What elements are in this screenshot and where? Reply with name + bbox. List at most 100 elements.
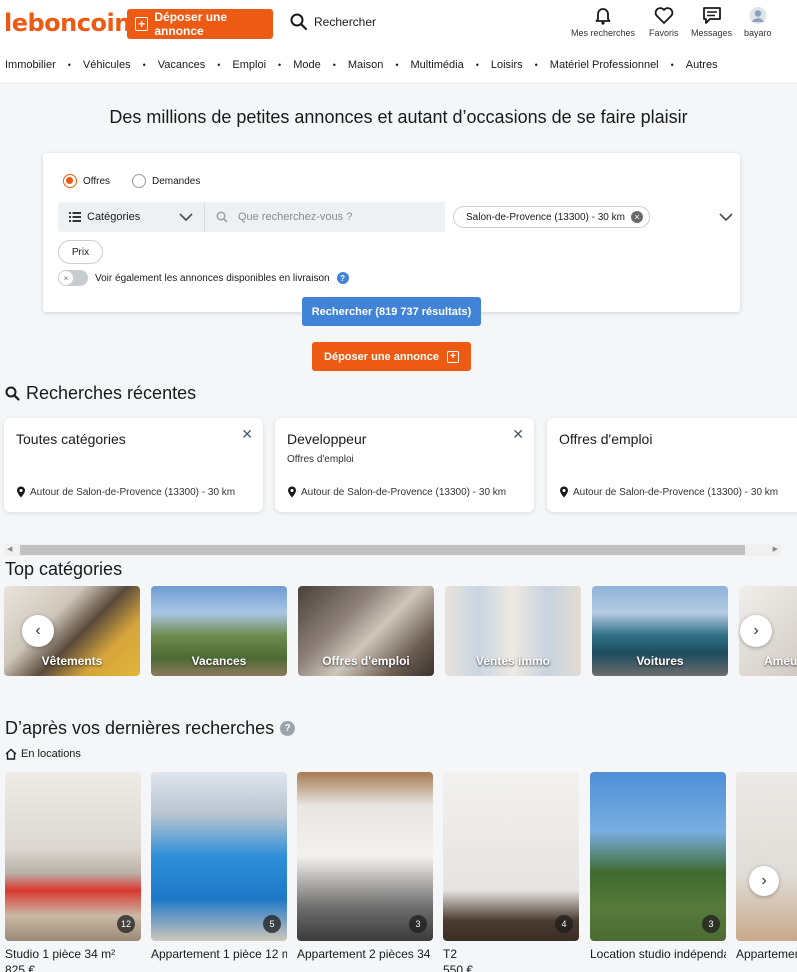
category-tile-label: Ventes immo: [475, 654, 551, 668]
radio-offers[interactable]: Offres: [63, 174, 110, 188]
horizontal-scrollbar[interactable]: ◀ ▶: [4, 544, 781, 556]
category-select-label: Catégories: [87, 211, 141, 223]
category-tile-label: Voitures: [636, 654, 684, 668]
recommendations-title: D’après vos dernières recherches: [5, 718, 275, 738]
plus-icon: +: [135, 17, 149, 31]
ad-card[interactable]: 3 Location studio indépendant refait à n…: [590, 772, 726, 963]
recent-searches-heading: Recherches récentes: [5, 383, 196, 404]
keyword-placeholder: Que recherchez-vous ?: [238, 211, 353, 223]
location-pin-icon: [560, 486, 568, 498]
nav-item[interactable]: Multimédia: [411, 59, 464, 71]
favorites-label: Favoris: [649, 28, 679, 38]
ad-image: 4: [443, 772, 579, 941]
header: leboncoin + Déposer une annonce Recherch…: [0, 0, 797, 84]
delivery-toggle[interactable]: ×: [58, 270, 88, 286]
favorites-button[interactable]: Favoris: [649, 6, 679, 38]
chevron-right-icon[interactable]: ›: [749, 866, 779, 896]
chevron-left-icon[interactable]: ‹: [22, 615, 54, 647]
help-icon[interactable]: ?: [280, 721, 296, 736]
bell-icon: [595, 8, 611, 25]
radio-selected: [63, 174, 77, 188]
search-card: Offres Demandes Catégories Que recherche…: [43, 153, 740, 312]
recommendations-heading: D’après vos dernières recherches ?: [5, 718, 296, 739]
help-icon[interactable]: ?: [336, 272, 349, 284]
nav-item[interactable]: Mode: [293, 59, 321, 71]
list-icon: [69, 212, 81, 222]
scroll-left-icon[interactable]: ◀: [7, 545, 12, 553]
page: leboncoin + Déposer une annonce Recherch…: [0, 0, 797, 972]
recommendations-subtitle: En locations: [5, 748, 81, 760]
recent-search-card[interactable]: Toutes catégories ✕ Autour de Salon-de-P…: [4, 418, 263, 512]
ad-title: T2: [443, 947, 458, 961]
nav-item[interactable]: Loisirs: [491, 59, 523, 71]
delivery-toggle-row: × Voir également les annonces disponible…: [58, 270, 349, 286]
post-ad-cta-label: Déposer une annonce: [324, 350, 439, 363]
ad-card[interactable]: 12 Studio 1 pièce 34 m² 825 €: [5, 772, 141, 972]
category-nav: Immobilier • Véhicules • Vacances • Emploi •…: [5, 59, 718, 71]
recent-searches-list: Toutes catégories ✕ Autour de Salon-de-P…: [0, 410, 797, 520]
nav-item[interactable]: Autres: [686, 59, 718, 71]
chevron-down-icon[interactable]: [718, 209, 734, 225]
photo-count-badge: 12: [117, 915, 135, 933]
ad-card[interactable]: 5 Appartement 1 pièce 12 m²: [151, 772, 287, 963]
ad-title: Studio 1 pièce 34 m²: [5, 947, 116, 961]
category-tile-jobs[interactable]: Offres d'emploi: [298, 586, 434, 676]
chevron-right-icon[interactable]: ›: [740, 615, 772, 647]
photo-count-badge: 3: [409, 915, 427, 933]
recent-search-card[interactable]: Offres d'emploi Autour de Salon-de-Prove…: [547, 418, 797, 512]
messages-button[interactable]: Messages: [691, 6, 732, 38]
nav-item[interactable]: Matériel Professionnel: [550, 59, 659, 71]
recent-search-card[interactable]: Developpeur Offres d'emploi ✕ Autour de …: [275, 418, 534, 512]
account-button[interactable]: bayaro: [744, 6, 772, 38]
header-search-button[interactable]: Rechercher: [290, 13, 376, 31]
category-tile-label: Vacances: [191, 654, 247, 668]
post-ad-button[interactable]: + Déposer une annonce: [127, 9, 273, 39]
heart-icon: [654, 7, 674, 24]
category-tile-label: Ameublement: [764, 654, 797, 668]
top-categories-title: Top catégories: [5, 559, 123, 579]
ad-title: Location studio indépendant refait à neu…: [590, 947, 726, 961]
ad-image: 3: [297, 772, 433, 941]
delivery-label: Voir également les annonces disponibles …: [95, 272, 330, 284]
messages-label: Messages: [691, 28, 733, 38]
nav-item[interactable]: Vacances: [158, 59, 206, 71]
radio-offers-label: Offres: [83, 175, 111, 187]
post-ad-cta-button[interactable]: Déposer une annonce +: [312, 342, 471, 371]
scroll-thumb[interactable]: [20, 545, 745, 555]
scroll-right-icon[interactable]: ▶: [773, 545, 778, 553]
category-tile-label: Offres d'emploi: [322, 654, 410, 668]
ad-card[interactable]: 4 T2 550 €: [443, 772, 579, 972]
category-tile-real-estate[interactable]: Ventes immo: [445, 586, 581, 676]
ad-card[interactable]: 3 Appartement 2 pièces 34 m²: [297, 772, 433, 963]
price-filter-button[interactable]: Prix: [58, 240, 103, 264]
recent-search-title: Offres d'emploi: [559, 431, 653, 447]
category-tile-cars[interactable]: Voitures: [592, 586, 728, 676]
my-searches-button[interactable]: Mes recherches: [571, 6, 635, 38]
nav-item[interactable]: Emploi: [232, 59, 266, 71]
category-select[interactable]: Catégories: [69, 202, 140, 232]
recent-search-location: Autour de Salon-de-Provence (13300) - 30…: [287, 486, 523, 498]
photo-count-badge: 3: [702, 915, 720, 933]
radio-requests-label: Demandes: [152, 175, 201, 187]
logo[interactable]: leboncoin: [4, 9, 131, 37]
nav-item[interactable]: Immobilier: [5, 59, 56, 71]
radio-requests[interactable]: Demandes: [132, 174, 200, 188]
close-icon[interactable]: ×: [630, 211, 643, 223]
header-search-label: Rechercher: [314, 15, 377, 29]
nav-item[interactable]: Véhicules: [83, 59, 131, 71]
keyword-input[interactable]: Que recherchez-vous ?: [216, 202, 352, 232]
chevron-down-icon: [179, 213, 193, 222]
location-pin-icon: [288, 486, 296, 498]
recent-search-title: Developpeur: [287, 431, 367, 447]
search-submit-button[interactable]: Rechercher (819 737 résultats): [302, 297, 481, 326]
ad-price: 550 €: [443, 963, 474, 972]
close-icon[interactable]: ✕: [241, 426, 253, 443]
nav-item[interactable]: Maison: [348, 59, 383, 71]
account-label: bayaro: [744, 28, 772, 38]
category-tile-holidays[interactable]: Vacances: [151, 586, 287, 676]
search-icon: [216, 211, 228, 223]
close-icon[interactable]: ✕: [512, 426, 524, 443]
location-chip[interactable]: Salon-de-Provence (13300) - 30 km ×: [453, 206, 650, 228]
ad-image: 3: [590, 772, 726, 941]
recent-search-location: Autour de Salon-de-Provence (13300) - 30…: [16, 486, 252, 498]
